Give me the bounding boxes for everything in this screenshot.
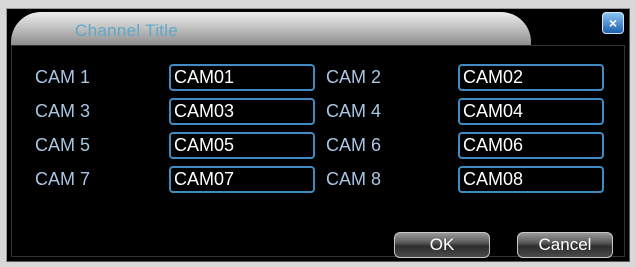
channel-title-field-7[interactable] bbox=[169, 166, 315, 193]
ok-button[interactable]: OK bbox=[394, 232, 490, 258]
channel-label-2: CAM 2 bbox=[326, 67, 382, 87]
channel-label-7: CAM 7 bbox=[35, 169, 91, 189]
channel-row: CAM 1 CAM 2 bbox=[12, 64, 624, 92]
channel-title-field-5[interactable] bbox=[169, 132, 315, 159]
close-icon: × bbox=[608, 15, 618, 31]
channel-title-field-4[interactable] bbox=[458, 98, 604, 125]
channel-title-field-3[interactable] bbox=[169, 98, 315, 125]
channel-row: CAM 5 CAM 6 bbox=[12, 132, 624, 160]
channel-title-field-6[interactable] bbox=[458, 132, 604, 159]
close-button[interactable]: × bbox=[602, 12, 624, 34]
channel-label-1: CAM 1 bbox=[35, 67, 91, 87]
channel-label-4: CAM 4 bbox=[326, 101, 382, 121]
channel-title-field-2[interactable] bbox=[458, 64, 604, 91]
channel-title-dialog: Channel Title × CAM 1 CAM 2 CAM 3 CAM 4 … bbox=[6, 8, 630, 262]
channel-title-field-1[interactable] bbox=[169, 64, 315, 91]
channel-label-5: CAM 5 bbox=[35, 135, 91, 155]
dialog-title: Channel Title bbox=[75, 21, 179, 40]
title-tab: Channel Title bbox=[11, 12, 531, 45]
channel-label-8: CAM 8 bbox=[326, 169, 382, 189]
channel-title-field-8[interactable] bbox=[458, 166, 604, 193]
channel-label-6: CAM 6 bbox=[326, 135, 382, 155]
channel-form: CAM 1 CAM 2 CAM 3 CAM 4 CAM 5 CAM 6 CAM … bbox=[11, 45, 625, 258]
channel-row: CAM 3 CAM 4 bbox=[12, 98, 624, 126]
channel-row: CAM 7 CAM 8 bbox=[12, 166, 624, 194]
cancel-button[interactable]: Cancel bbox=[517, 232, 613, 258]
channel-label-3: CAM 3 bbox=[35, 101, 91, 121]
